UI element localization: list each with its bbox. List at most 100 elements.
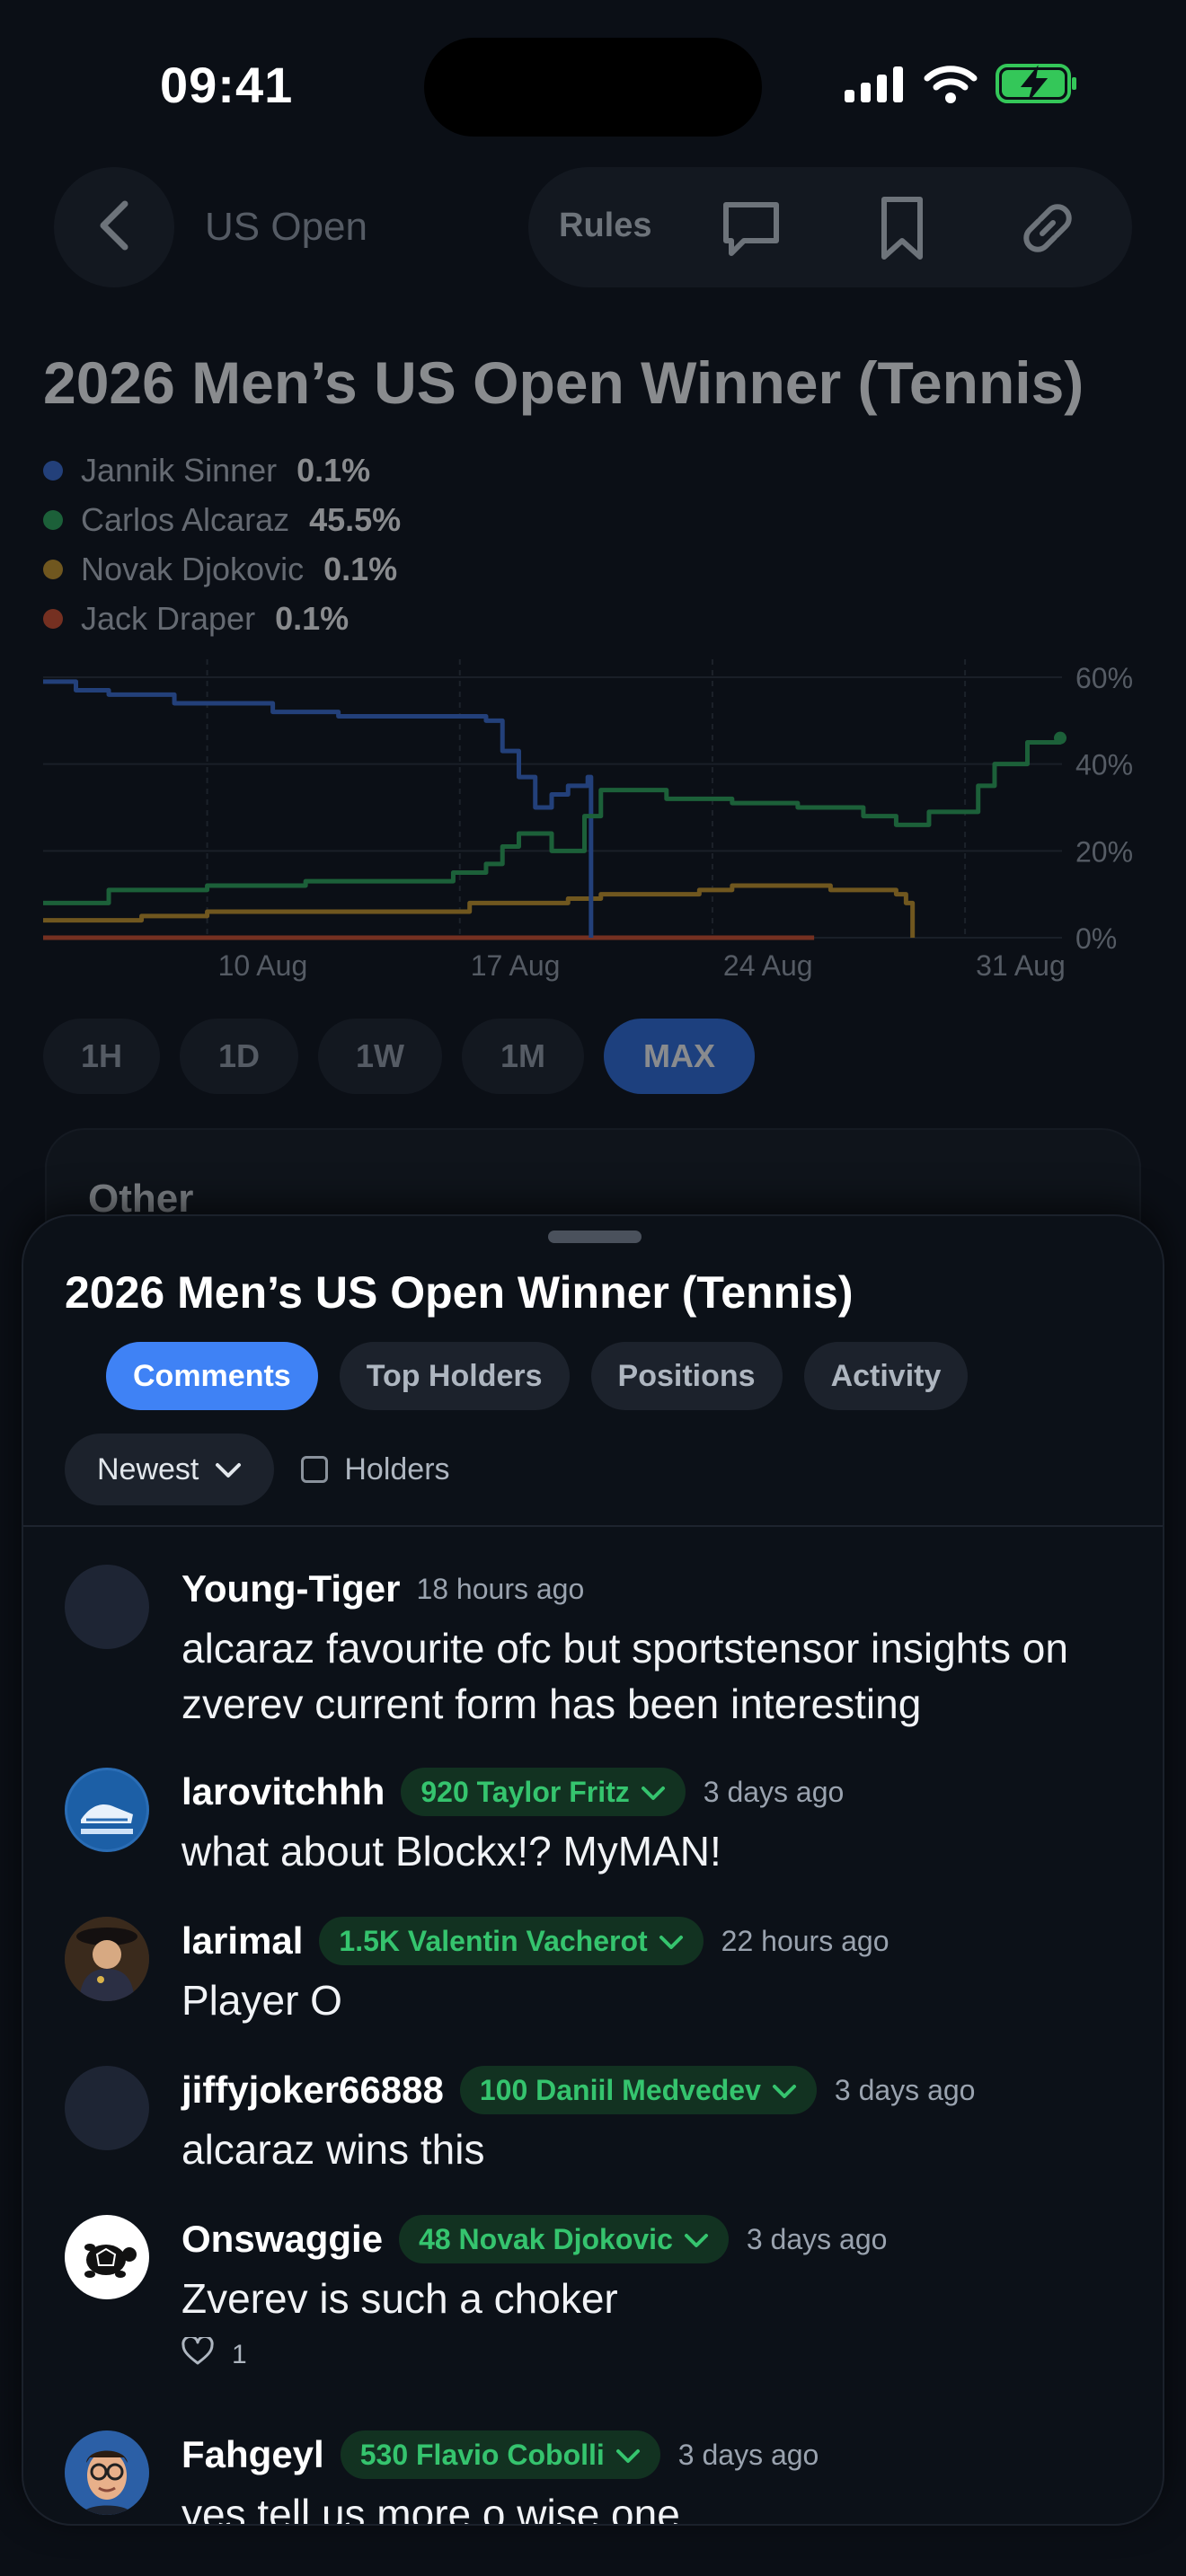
comment-timestamp: 3 days ago	[677, 2438, 819, 2471]
nav-bar: US Open Rules	[54, 167, 1132, 287]
comment-timestamp: 3 days ago	[746, 2222, 888, 2255]
chevron-down-icon	[684, 2223, 709, 2256]
range-tabs: 1H 1D 1W 1M MAX	[43, 1019, 755, 1094]
wifi-icon	[924, 64, 978, 103]
heart-icon	[181, 2334, 214, 2373]
comment-body: Zverev is such a choker	[181, 2275, 618, 2322]
x-tick-label: 31 Aug	[976, 949, 1066, 982]
holding-badge[interactable]: 48 Novak Djokovic	[399, 2215, 729, 2263]
avatar[interactable]	[65, 2066, 149, 2150]
holders-checkbox[interactable]	[301, 1456, 329, 1483]
y-tick-label: 40%	[1075, 749, 1133, 781]
legend-dot	[43, 460, 63, 481]
comment-item: Onswaggie 48 Novak Djokovic 3 days ago Zver…	[65, 2211, 1134, 2373]
legend-pct: 0.1%	[275, 599, 350, 637]
holding-badge-label: 48 Novak Djokovic	[419, 2222, 673, 2255]
avatar[interactable]	[65, 2215, 149, 2299]
comment-header: Young-Tiger 18 hours ago	[181, 1561, 1134, 1617]
series-end-dot	[1054, 731, 1067, 745]
sheet-tabs: Comments Top Holders Positions Activity	[106, 1342, 969, 1410]
comment-username[interactable]: Fahgeyl	[181, 2433, 324, 2476]
comment-item: larovitchhh 920 Taylor Fritz 3 days ago wha…	[65, 1764, 1134, 1879]
comment-username[interactable]: Onswaggie	[181, 2218, 383, 2261]
x-tick-label: 24 Aug	[723, 949, 813, 982]
comment-body: what about Blockx!? MyMAN!	[181, 1828, 721, 1875]
tab-activity[interactable]: Activity	[803, 1342, 969, 1410]
filter-row: Newest Holders	[65, 1434, 450, 1505]
holding-badge[interactable]: 920 Taylor Fritz	[401, 1768, 686, 1816]
comment-username[interactable]: jiffyjoker66888	[181, 2069, 444, 2112]
comment-item: larimal 1.5K Valentin Vacherot 22 hours ag…	[65, 1913, 1134, 2028]
like-count: 1	[232, 2340, 247, 2369]
comment-username[interactable]: Young-Tiger	[181, 1567, 400, 1610]
link-icon[interactable]	[1013, 194, 1082, 262]
price-chart[interactable]: 60% 40% 20% 0% 10 Aug 17 Aug 24 Aug 31 Aug	[0, 647, 1186, 988]
legend-name: Novak Djokovic	[81, 550, 305, 587]
range-tab-1d[interactable]: 1D	[180, 1019, 298, 1094]
holding-badge[interactable]: 100 Daniil Medvedev	[459, 2066, 817, 2114]
legend-dot	[43, 608, 63, 629]
market-title: 2026 Men’s US Open Winner (Tennis)	[43, 349, 1084, 416]
comment-timestamp: 3 days ago	[834, 2073, 976, 2106]
tab-comments[interactable]: Comments	[106, 1342, 318, 1410]
like-button[interactable]: 1	[181, 2334, 1134, 2373]
holding-badge[interactable]: 530 Flavio Cobolli	[340, 2430, 660, 2479]
legend-item: Jannik Sinner 0.1%	[43, 446, 401, 495]
series-line-sinner	[43, 679, 594, 938]
nav-actions: Rules	[528, 167, 1132, 287]
tab-positions[interactable]: Positions	[590, 1342, 783, 1410]
legend-pct: 0.1%	[296, 451, 371, 489]
holding-badge[interactable]: 1.5K Valentin Vacherot	[319, 1917, 704, 1965]
comment-body: alcaraz favourite ofc but sportstensor i…	[181, 1625, 1068, 1727]
comment-timestamp: 3 days ago	[703, 1775, 845, 1808]
comment-body: yes tell us more o wise one	[181, 2491, 680, 2526]
tab-top-holders[interactable]: Top Holders	[339, 1342, 570, 1410]
comment-item: jiffyjoker66888 100 Daniil Medvedev 3 days…	[65, 2062, 1134, 2177]
legend-pct: 0.1%	[323, 550, 398, 587]
comment-header: Fahgeyl 530 Flavio Cobolli 3 days ago	[181, 2427, 1134, 2483]
sort-dropdown[interactable]: Newest	[65, 1434, 275, 1505]
range-tab-1w[interactable]: 1W	[318, 1019, 442, 1094]
legend-item: Jack Draper 0.1%	[43, 594, 401, 643]
avatar[interactable]	[65, 1917, 149, 2001]
y-tick-label: 0%	[1075, 922, 1117, 955]
holders-filter[interactable]: Holders	[301, 1451, 450, 1487]
avatar[interactable]	[65, 1768, 149, 1852]
legend-dot	[43, 559, 63, 579]
bookmark-icon[interactable]	[868, 194, 936, 262]
legend-pct: 45.5%	[309, 500, 402, 538]
avatar[interactable]	[65, 1565, 149, 1649]
legend-name: Jannik Sinner	[81, 451, 278, 489]
range-tab-max[interactable]: MAX	[604, 1019, 755, 1094]
sheet-title: 2026 Men’s US Open Winner (Tennis)	[65, 1267, 854, 1318]
comment-item: Young-Tiger 18 hours ago alcaraz favourite…	[65, 1561, 1134, 1732]
legend-item: Novak Djokovic 0.1%	[43, 544, 401, 594]
nav-title: US Open	[205, 205, 367, 249]
rules-button[interactable]: Rules	[559, 207, 651, 245]
comment-header: larimal 1.5K Valentin Vacherot 22 hours ag…	[181, 1913, 1134, 1969]
avatar[interactable]	[65, 2430, 149, 2515]
sheet-grabber[interactable]	[548, 1231, 642, 1243]
comment-header: jiffyjoker66888 100 Daniil Medvedev 3 days…	[181, 2062, 1134, 2118]
range-tab-1m[interactable]: 1M	[462, 1019, 584, 1094]
comment-body: alcaraz wins this	[181, 2126, 485, 2173]
range-tab-1h[interactable]: 1H	[43, 1019, 160, 1094]
legend-dot	[43, 509, 63, 530]
comment-body: Player O	[181, 1977, 342, 2024]
comment-timestamp: 22 hours ago	[721, 1924, 890, 1957]
holding-badge-label: 100 Daniil Medvedev	[479, 2073, 761, 2106]
chart-legend: Jannik Sinner 0.1% Carlos Alcaraz 45.5% No…	[43, 446, 401, 643]
comment-icon[interactable]	[717, 194, 785, 262]
legend-name: Carlos Alcaraz	[81, 500, 290, 538]
signal-icon	[845, 65, 906, 102]
comment-username[interactable]: larimal	[181, 1919, 303, 1963]
chevron-down-icon	[659, 1925, 684, 1958]
comment-username[interactable]: larovitchhh	[181, 1770, 385, 1813]
sort-label: Newest	[97, 1451, 199, 1486]
comments-sheet: 2026 Men’s US Open Winner (Tennis) Comme…	[22, 1214, 1164, 2526]
back-button[interactable]	[54, 167, 174, 287]
x-tick-label: 17 Aug	[471, 949, 561, 982]
y-tick-label: 60%	[1075, 662, 1133, 694]
chevron-down-icon	[772, 2074, 797, 2107]
holders-label: Holders	[344, 1451, 450, 1486]
